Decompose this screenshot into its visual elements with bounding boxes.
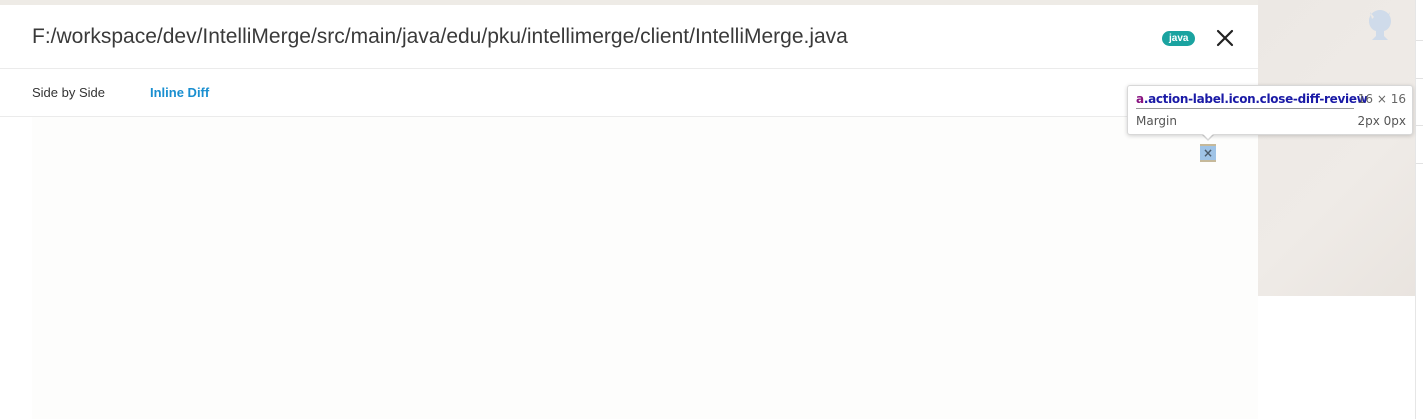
tooltip-margin-label: Margin — [1136, 114, 1177, 128]
close-icon — [1216, 29, 1234, 47]
modal-header: F:/workspace/dev/IntelliMerge/src/main/j… — [0, 5, 1258, 69]
tooltip-underline — [1136, 108, 1354, 109]
diff-content-area — [32, 117, 1258, 419]
inspector-tooltip-arrow-inner — [1202, 133, 1214, 139]
background-panel — [1258, 0, 1415, 296]
tooltip-size: 16 × 16 — [1357, 92, 1406, 106]
diff-review-modal: F:/workspace/dev/IntelliMerge/src/main/j… — [0, 5, 1258, 419]
language-badge: java — [1162, 31, 1196, 46]
tab-side-by-side[interactable]: Side by Side — [32, 85, 105, 100]
tab-inline-diff[interactable]: Inline Diff — [150, 85, 209, 100]
tooltip-classes: .action-label.icon.close-diff-review — [1143, 92, 1368, 106]
tooltip-margin-value: 2px 0px — [1357, 114, 1406, 128]
background-panel-lower — [1258, 296, 1415, 419]
tooltip-tag: a — [1136, 92, 1144, 106]
view-mode-tabs: Side by Side Inline Diff — [0, 69, 1258, 117]
inspector-tooltip: a.action-label.icon.close-diff-review 16… — [1127, 85, 1413, 135]
scrollbar[interactable] — [1415, 0, 1423, 419]
close-diff-review-button[interactable]: × — [1200, 146, 1216, 160]
close-modal-button[interactable] — [1214, 27, 1236, 49]
file-path-title: F:/workspace/dev/IntelliMerge/src/main/j… — [32, 25, 848, 48]
tooltip-selector: a.action-label.icon.close-diff-review — [1136, 92, 1368, 106]
octocat-icon — [1369, 10, 1391, 40]
